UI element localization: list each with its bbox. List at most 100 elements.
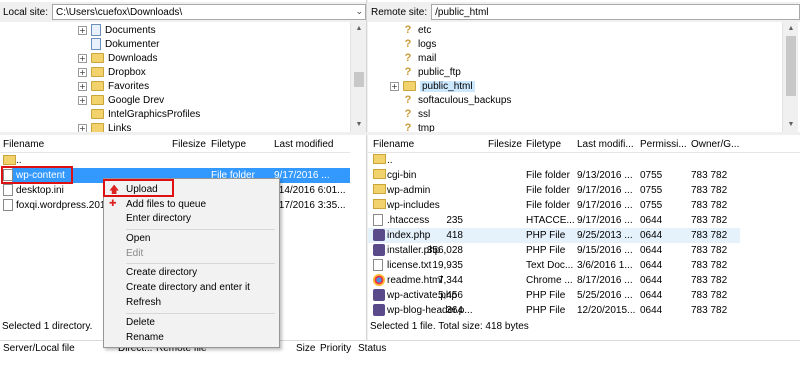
table-row[interactable]: wp-admin File folder 9/17/2016 ... 0755 783 … <box>368 183 740 198</box>
tree-item-label: Google Drev <box>108 94 165 106</box>
table-row[interactable]: .. <box>368 153 740 168</box>
file-owner: 783 782 <box>691 185 728 196</box>
column-header-filename[interactable]: Filename <box>373 139 414 150</box>
column-header-filetype[interactable]: Filetype <box>211 139 246 150</box>
menu-item-rename[interactable]: Rename <box>104 330 279 345</box>
column-header-last-modified[interactable]: Last modified <box>274 139 333 150</box>
expand-icon[interactable]: + <box>390 81 399 91</box>
tree-item[interactable]: ? tmp <box>390 121 435 132</box>
chevron-down-icon[interactable]: ⌄ <box>355 6 363 17</box>
file-type: HTACCE... <box>526 215 575 226</box>
file-modified: 9/17/2016 ... <box>274 170 330 181</box>
table-row[interactable]: readme.html 7,344 Chrome ... 8/17/2016 ... 0… <box>368 273 740 288</box>
tree-item[interactable]: + Links <box>78 121 131 132</box>
file-type: File folder <box>526 185 570 196</box>
tree-item-label: Dropbox <box>108 66 146 78</box>
file-perm: 0644 <box>640 215 663 226</box>
local-list-scrollbar[interactable] <box>350 136 366 316</box>
file-name: wp-admin <box>387 185 431 196</box>
tree-item[interactable]: ? logs <box>390 37 437 51</box>
menu-item-create-directory[interactable]: Create directory <box>104 265 279 280</box>
tree-item[interactable]: + Dropbox <box>78 65 146 79</box>
file-type: PHP File <box>526 245 566 256</box>
tree-item[interactable]: ? ssl <box>390 107 431 121</box>
scroll-down-icon[interactable]: ▼ <box>351 118 366 132</box>
local-directory-tree: + Documents Dokumenter + Downloads + Dropbox + F… <box>0 22 366 132</box>
menu-item-add-files-to-queue[interactable]: ✚ Add files to queue <box>104 197 279 212</box>
file-perm: 0644 <box>640 260 663 271</box>
tree-item[interactable]: ? mail <box>390 51 437 65</box>
tree-item[interactable]: + public_html <box>390 79 475 93</box>
column-header-priority[interactable]: Priority <box>320 343 351 354</box>
file-size: 235 <box>446 215 463 226</box>
remote-tree-scrollbar[interactable]: ▲ ▼ <box>782 22 798 132</box>
expand-icon[interactable]: + <box>78 123 87 132</box>
text-file-icon <box>373 259 383 271</box>
tree-item[interactable]: + Google Drev <box>78 93 164 107</box>
scroll-thumb[interactable] <box>786 36 796 96</box>
column-header-permissions[interactable]: Permissi... <box>640 139 687 150</box>
column-header-owner-group[interactable]: Owner/G... <box>691 139 739 150</box>
scroll-up-icon[interactable]: ▲ <box>783 22 799 36</box>
file-owner: 783 782 <box>691 245 728 256</box>
settings-file-icon <box>3 184 13 196</box>
column-header-filesize[interactable]: Filesize <box>172 139 206 150</box>
expand-icon[interactable]: + <box>78 81 87 91</box>
column-header-size[interactable]: Size <box>296 343 315 354</box>
expand-icon[interactable]: + <box>78 67 87 77</box>
table-row[interactable]: wp-includes File folder 9/17/2016 ... 0755 7… <box>368 198 740 213</box>
menu-item-open[interactable]: Open <box>104 231 279 246</box>
tree-item[interactable]: ? softaculous_backups <box>390 93 512 107</box>
tree-item[interactable]: + Documents <box>78 23 156 37</box>
menu-item-delete[interactable]: Delete <box>104 315 279 330</box>
folder-icon <box>91 81 104 91</box>
expand-icon[interactable]: + <box>78 53 87 63</box>
menu-item-label: Refresh <box>126 297 162 308</box>
file-modified: 8/17/2016 ... <box>577 275 633 286</box>
table-row[interactable]: wp-blog-header.p... 364 PHP File 12/20/2015… <box>368 303 740 318</box>
expand-icon[interactable]: + <box>78 95 87 105</box>
tree-item-label: softaculous_backups <box>418 94 512 106</box>
file-modified: /17/2016 3:35... <box>276 200 346 211</box>
file-modified: /14/2016 6:01... <box>276 185 346 196</box>
menu-item-label: Create directory <box>126 267 198 278</box>
table-row[interactable]: wp-activate.php 5,456 PHP File 5/25/2016 ..… <box>368 288 740 303</box>
tree-item[interactable]: ? etc <box>390 23 432 37</box>
column-header-status[interactable]: Status <box>358 343 386 354</box>
column-header-filesize[interactable]: Filesize <box>488 139 522 150</box>
tree-item-label: logs <box>418 38 437 50</box>
tree-item[interactable]: Dokumenter <box>78 37 159 51</box>
local-file-list-header: Filename Filesize Filetype Last modified <box>0 136 366 153</box>
expand-icon[interactable]: + <box>78 25 87 35</box>
file-modified: 9/17/2016 ... <box>577 185 633 196</box>
remote-site-path-input[interactable]: /public_html <box>431 4 800 20</box>
local-tree-scrollbar[interactable]: ▲ ▼ <box>350 22 366 132</box>
column-header-filename[interactable]: Filename <box>3 139 44 150</box>
table-row[interactable]: license.txt 19,935 Text Doc... 3/6/2016 1..… <box>368 258 740 273</box>
column-header-filetype[interactable]: Filetype <box>526 139 561 150</box>
menu-item-refresh[interactable]: Refresh <box>104 295 279 310</box>
column-header-server-local-file[interactable]: Server/Local file <box>3 343 75 354</box>
tree-item[interactable]: + Favorites <box>78 79 149 93</box>
scroll-up-icon[interactable]: ▲ <box>351 22 366 36</box>
menu-item-enter-directory[interactable]: Enter directory <box>104 211 279 226</box>
tree-item[interactable]: IntelGraphicsProfiles <box>78 107 200 121</box>
local-site-path-input[interactable]: C:\Users\cuefox\Downloads\ ⌄ <box>52 4 366 20</box>
file-name: .htaccess <box>387 215 430 226</box>
local-status-text: Selected 1 directory. <box>2 320 93 332</box>
table-row[interactable]: .htaccess 235 HTACCE... 9/17/2016 ... 0644 78… <box>368 213 740 228</box>
tree-divider[interactable] <box>0 132 800 135</box>
column-header-last-modified[interactable]: Last modifi... <box>577 139 634 150</box>
file-owner: 783 782 <box>691 230 728 241</box>
tree-item[interactable]: + Downloads <box>78 51 157 65</box>
tree-item[interactable]: ? public_ftp <box>390 65 461 79</box>
table-row[interactable]: cgi-bin File folder 9/13/2016 ... 0755 783 7… <box>368 168 740 183</box>
tree-item-label: public_html <box>420 80 475 92</box>
menu-item-create-directory-and-enter[interactable]: Create directory and enter it <box>104 280 279 295</box>
scroll-thumb[interactable] <box>354 72 364 87</box>
scroll-down-icon[interactable]: ▼ <box>783 118 799 132</box>
table-row[interactable]: installer.php 356,028 PHP File 9/15/2016 ..… <box>368 243 740 258</box>
table-row[interactable]: index.php 418 PHP File 9/25/2013 ... 0644 783… <box>368 228 740 243</box>
file-name: .. <box>16 155 22 166</box>
remote-status-text: Selected 1 file. Total size: 418 bytes <box>370 320 529 332</box>
